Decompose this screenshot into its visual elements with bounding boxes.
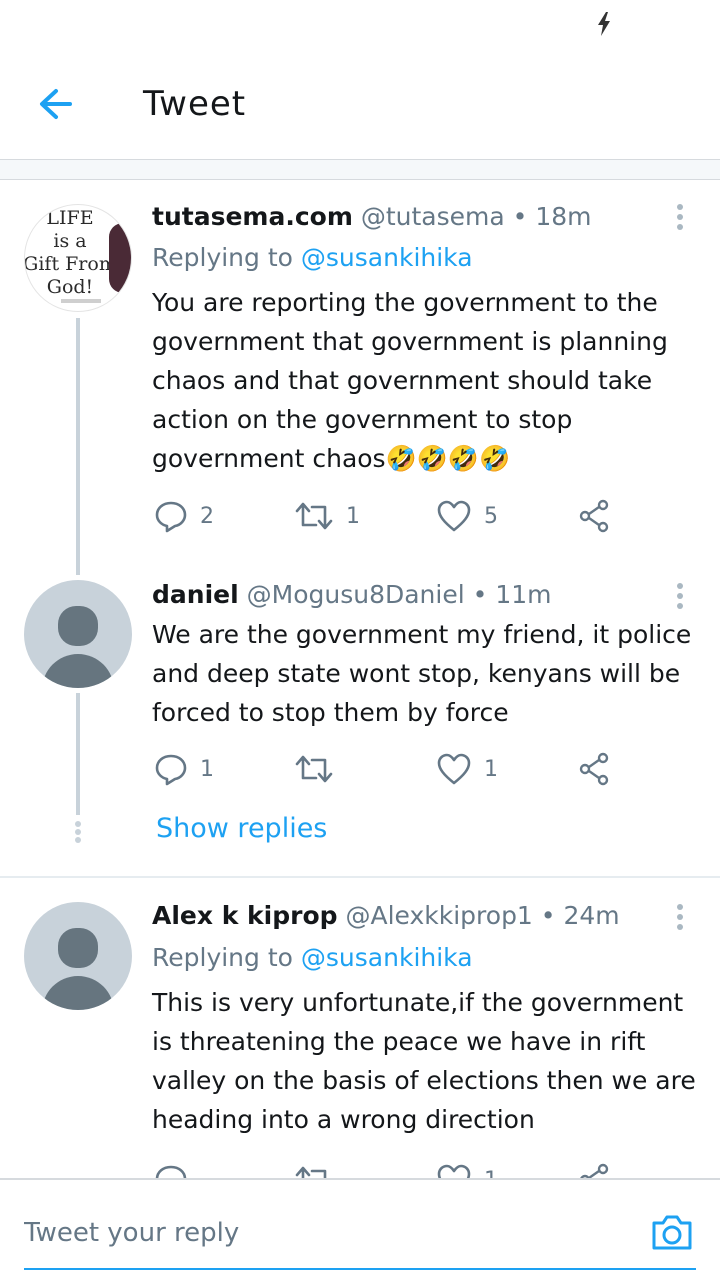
retweet-count: 1 (346, 503, 360, 529)
more-options-icon[interactable] (668, 581, 692, 611)
retweet-button[interactable] (294, 1160, 346, 1178)
thread-dot (75, 821, 81, 827)
mention-link[interactable]: @susankihika (301, 943, 473, 972)
replying-to-label: Replying to (152, 943, 293, 972)
retweet-icon (295, 502, 333, 530)
avatar-default-head (58, 606, 98, 646)
tweet-text: This is very unfortunate,if the governme… (152, 988, 696, 1134)
share-icon (580, 1163, 609, 1178)
top-bar: Tweet (0, 50, 720, 160)
reply-button[interactable]: 1 (154, 749, 214, 789)
tweet-header: tutasema.com @tutasema • 18m (152, 200, 592, 234)
input-underline (24, 1268, 696, 1270)
reply-composer (0, 1178, 720, 1280)
camera-icon[interactable] (650, 1212, 694, 1252)
user-name[interactable]: tutasema.com (152, 202, 353, 231)
share-icon (579, 752, 609, 786)
reply-icon (155, 754, 187, 786)
avatar[interactable]: LIFE is a Gift From God! (24, 204, 132, 312)
section-divider (0, 160, 720, 180)
more-options-icon[interactable] (668, 202, 692, 232)
tweet-item[interactable]: Alex k kiprop @Alexkkiprop1 • 24m Replyi… (0, 878, 720, 1178)
charging-bolt-icon (598, 12, 610, 36)
avatar-default-head (58, 928, 98, 968)
status-bar (0, 0, 720, 50)
user-handle: @tutasema (360, 202, 505, 231)
avatar-default-body (42, 976, 114, 1010)
page-title: Tweet (143, 84, 247, 124)
share-button[interactable] (578, 749, 612, 789)
retweet-icon (295, 1166, 327, 1178)
thread-line (76, 693, 80, 815)
avatar-decoration (61, 299, 101, 303)
thread-dot (75, 837, 81, 843)
reply-button[interactable]: 2 (154, 496, 214, 536)
back-arrow-icon[interactable] (30, 84, 82, 124)
user-name[interactable]: daniel (152, 580, 239, 609)
thread-line (76, 318, 80, 575)
tweet-item[interactable]: LIFE is a Gift From God! tutasema.com @tuta… (0, 180, 720, 575)
share-button[interactable] (578, 496, 612, 536)
reply-count: 2 (200, 503, 214, 529)
like-count: 1 (484, 1168, 498, 1179)
tweet-actions: 1 (152, 1160, 622, 1178)
tweet-time: • 11m (472, 580, 552, 609)
reply-icon (155, 501, 187, 533)
share-icon (579, 499, 609, 533)
replying-to: Replying to @susankihika (152, 941, 473, 975)
like-count: 1 (484, 756, 498, 782)
tweet-text: You are reporting the government to the … (152, 288, 668, 473)
heart-icon (437, 753, 471, 785)
retweet-icon (295, 755, 333, 783)
avatar[interactable] (24, 902, 132, 1010)
reply-button[interactable] (154, 1160, 200, 1178)
user-handle: @Mogusu8Daniel (246, 580, 465, 609)
like-button[interactable]: 1 (436, 749, 498, 789)
tweet-actions: 1 1 (152, 749, 622, 789)
heart-icon (437, 500, 471, 532)
avatar-decoration (109, 223, 131, 293)
share-button[interactable] (578, 1160, 612, 1178)
more-options-icon[interactable] (668, 902, 692, 932)
reply-icon (155, 1165, 187, 1178)
like-button[interactable]: 1 (436, 1160, 498, 1178)
replying-to: Replying to @susankihika (152, 241, 473, 275)
avatar-default-body (42, 654, 114, 688)
tweet-header: Alex k kiprop @Alexkkiprop1 • 24m (152, 899, 620, 933)
mention-link[interactable]: @susankihika (301, 243, 473, 272)
show-replies-link[interactable]: Show replies (156, 813, 327, 844)
tweet-time: • 24m (540, 901, 620, 930)
retweet-button[interactable] (294, 749, 346, 789)
tweet-time: • 18m (512, 202, 592, 231)
replying-to-label: Replying to (152, 243, 293, 272)
avatar[interactable] (24, 580, 132, 688)
like-button[interactable]: 5 (436, 496, 498, 536)
tweet-actions: 2 1 5 (152, 496, 622, 536)
reply-count: 1 (200, 756, 214, 782)
user-handle: @Alexkkiprop1 (345, 901, 533, 930)
tweet-item[interactable]: daniel @Mogusu8Daniel • 11m We are the g… (0, 575, 720, 875)
heart-icon (437, 1164, 471, 1178)
retweet-button[interactable]: 1 (294, 496, 360, 536)
reply-input[interactable] (24, 1210, 624, 1256)
tweet-text: We are the government my friend, it poli… (152, 620, 692, 727)
thread-dot (75, 829, 81, 835)
like-count: 5 (484, 503, 498, 529)
tweet-header: daniel @Mogusu8Daniel • 11m (152, 578, 551, 612)
user-name[interactable]: Alex k kiprop (152, 901, 338, 930)
